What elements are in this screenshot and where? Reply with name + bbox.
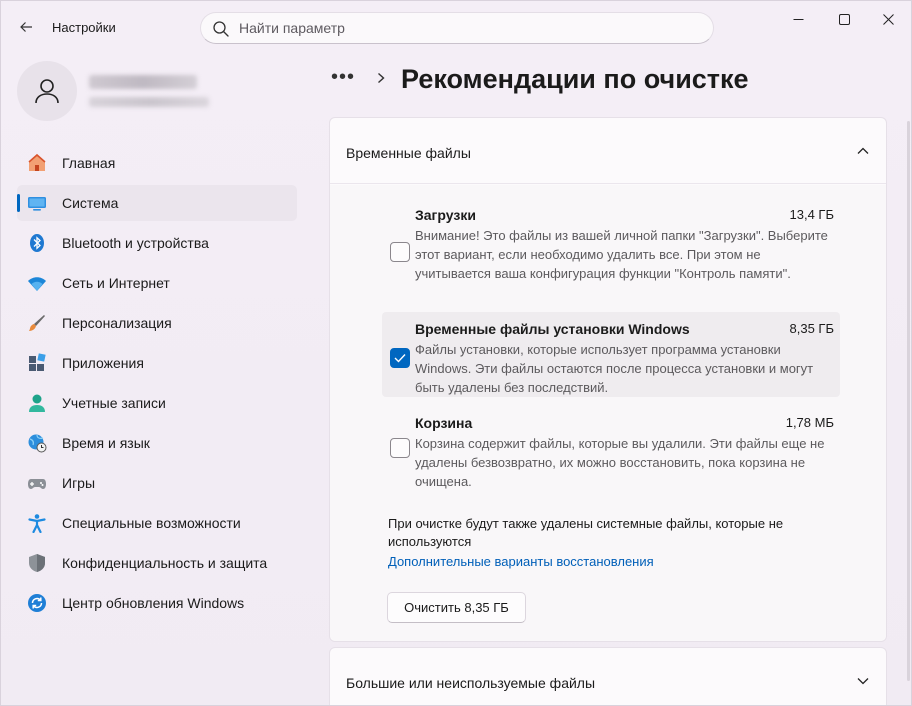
wifi-icon <box>28 277 46 291</box>
item-size: 1,78 МБ <box>785 415 834 430</box>
apps-icon <box>29 353 46 371</box>
chevron-right-icon <box>378 72 385 84</box>
profile-email-redacted <box>89 97 209 107</box>
temp-files-body: Загрузки 13,4 ГБ Внимание! Это файлы из … <box>330 185 886 641</box>
page-title: Рекомендации по очистке <box>401 64 749 94</box>
temp-files-header[interactable]: Временные файлы <box>330 118 886 184</box>
large-files-title: Большие или неиспользуемые файлы <box>346 675 596 691</box>
maximize-icon <box>838 13 850 25</box>
downloads-checkbox[interactable] <box>390 242 410 262</box>
update-icon <box>28 594 46 612</box>
search-box[interactable] <box>200 12 714 44</box>
large-files-header[interactable]: Большие или неиспользуемые файлы <box>330 648 886 705</box>
sidebar-item-accounts[interactable]: Учетные записи <box>17 385 297 421</box>
sidebar-item-network[interactable]: Сеть и Интернет <box>17 265 297 301</box>
globe-clock-icon <box>28 434 47 453</box>
breadcrumb-more-button[interactable]: ••• <box>331 66 355 89</box>
shield-icon <box>29 554 45 572</box>
sidebar-item-personalization[interactable]: Персонализация <box>17 305 297 341</box>
item-description: Файлы установки, которые использует прог… <box>415 342 814 395</box>
accessibility-icon <box>28 514 46 533</box>
large-files-card: Большие или неиспользуемые файлы <box>329 647 887 705</box>
minimize-button[interactable] <box>775 1 821 37</box>
search-input[interactable] <box>239 17 699 39</box>
windows-setup-checkbox[interactable] <box>390 348 410 368</box>
arrow-left-icon <box>20 22 32 32</box>
item-description: Корзина содержит файлы, которые вы удали… <box>415 436 825 489</box>
minimize-icon <box>793 18 803 20</box>
chevron-up-icon <box>857 147 869 154</box>
sidebar-item-windows-update[interactable]: Центр обновления Windows <box>17 585 297 621</box>
item-title: Временные файлы установки Windows <box>415 321 690 337</box>
sidebar-item-system[interactable]: Система <box>17 185 297 221</box>
cleanup-note: При очистке будут также удалены системны… <box>388 516 784 549</box>
breadcrumb: ••• Рекомендации по очистке <box>331 61 891 101</box>
gamepad-icon <box>28 479 46 489</box>
maximize-button[interactable] <box>821 1 867 37</box>
checkmark-icon <box>394 354 406 363</box>
list-item-windows-setup-files: Временные файлы установки Windows 8,35 Г… <box>382 312 840 397</box>
list-item-recycle-bin: Корзина 1,78 МБ Корзина содержит файлы, … <box>382 415 840 491</box>
scrollbar[interactable] <box>907 121 910 681</box>
item-size: 13,4 ГБ <box>789 207 834 222</box>
settings-window: Настройки Найти параметр Главная Система… <box>0 0 912 706</box>
sidebar-item-accessibility[interactable]: Специальные возможности <box>17 505 297 541</box>
search-icon <box>213 21 229 37</box>
home-icon <box>28 153 46 171</box>
user-profile[interactable] <box>17 61 307 121</box>
recycle-bin-checkbox[interactable] <box>390 438 410 458</box>
chevron-down-icon <box>857 678 869 685</box>
item-title: Загрузки <box>415 207 476 223</box>
app-title: Настройки <box>52 20 116 35</box>
close-button[interactable] <box>865 1 911 37</box>
temp-files-card: Временные файлы Загрузки 13,4 ГБ Внимани… <box>329 117 887 642</box>
sidebar-item-apps[interactable]: Приложения <box>17 345 297 381</box>
temp-files-title: Временные файлы <box>346 145 471 161</box>
item-size: 8,35 ГБ <box>789 321 834 336</box>
account-icon <box>29 394 45 412</box>
person-icon <box>35 79 59 104</box>
avatar <box>17 61 77 121</box>
list-item-downloads: Загрузки 13,4 ГБ Внимание! Это файлы из … <box>382 207 840 299</box>
title-bar: Настройки <box>1 1 911 53</box>
sidebar-item-privacy[interactable]: Конфиденциальность и защита <box>17 545 297 581</box>
close-icon <box>882 13 894 25</box>
brush-icon <box>29 315 45 331</box>
back-button[interactable] <box>11 13 41 41</box>
sidebar-item-time-language[interactable]: Время и язык <box>17 425 297 461</box>
sidebar-nav: Главная Система Bluetooth и устройства С… <box>17 145 297 625</box>
sidebar-item-gaming[interactable]: Игры <box>17 465 297 501</box>
system-icon <box>28 197 46 211</box>
item-description: Внимание! Это файлы из вашей личной папк… <box>415 228 828 281</box>
sidebar-item-bluetooth[interactable]: Bluetooth и устройства <box>17 225 297 261</box>
item-title: Корзина <box>415 415 473 431</box>
bluetooth-icon <box>30 234 44 252</box>
clean-button[interactable]: Очистить 8,35 ГБ <box>387 592 526 623</box>
sidebar-item-home[interactable]: Главная <box>17 145 297 181</box>
recovery-options-link[interactable]: Дополнительные варианты восстановления <box>388 554 654 569</box>
profile-name-redacted <box>89 75 197 89</box>
